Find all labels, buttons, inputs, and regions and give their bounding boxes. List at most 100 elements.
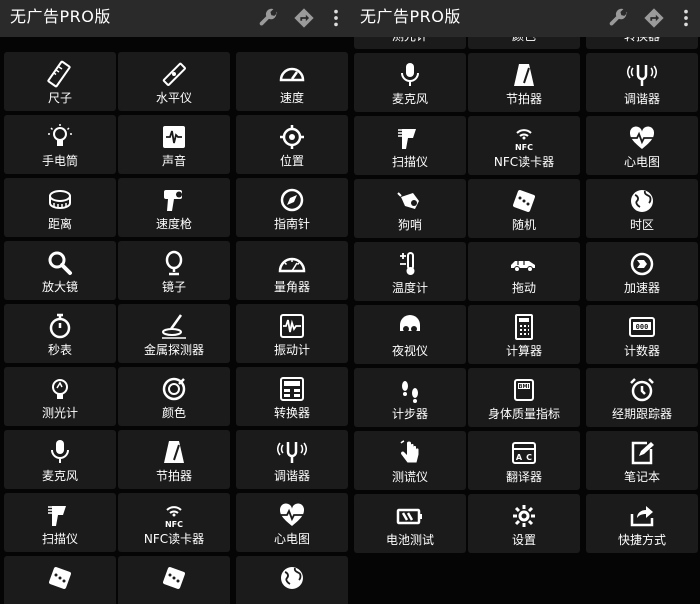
tool-label: 经期跟踪器 [611, 407, 672, 421]
tool-tile[interactable]: 速度 [236, 52, 348, 111]
tool-tile[interactable]: 随机 [468, 179, 580, 238]
tool-tile[interactable]: 放大镜 [4, 241, 116, 300]
tool-tile[interactable] [4, 556, 116, 604]
microphone-icon [395, 61, 425, 89]
tool-tile[interactable]: 扫描仪 [4, 493, 116, 552]
tool-label: 麦克风 [391, 92, 428, 106]
scanner-icon [45, 501, 75, 529]
ruler-icon [45, 60, 75, 88]
tool-tile[interactable]: 节拍器 [468, 53, 580, 112]
tool-tile[interactable]: 速度枪 [118, 178, 230, 237]
tool-tile[interactable]: 位置 [236, 115, 348, 174]
tool-tile[interactable]: 000 计数器 [586, 305, 698, 364]
tool-label: 计步器 [391, 407, 428, 421]
tool-tile[interactable]: 金属探测器 [118, 304, 230, 363]
tool-label: 心电图 [623, 155, 660, 169]
wrench-icon[interactable] [258, 7, 280, 29]
settings-gear-icon [509, 502, 539, 530]
tool-tile[interactable]: 声音 [118, 115, 230, 174]
tuner-icon [627, 61, 657, 89]
tool-tile[interactable]: BMI 身体质量指标 [468, 368, 580, 427]
tool-label: 镜子 [161, 280, 186, 294]
speed-gun-icon [159, 186, 189, 214]
tool-tile[interactable]: 水平仪 [118, 52, 230, 111]
tool-tile[interactable]: 调谐器 [586, 53, 698, 112]
tool-tile[interactable]: 颜色 [118, 367, 230, 426]
tool-label: 调谐器 [273, 469, 310, 483]
tool-tile[interactable]: 时区 [586, 179, 698, 238]
overflow-menu-icon[interactable] [325, 7, 338, 29]
tool-tile[interactable]: 狗哨 [354, 179, 466, 238]
tool-tile[interactable]: 电池测试 [354, 494, 466, 553]
converter-icon [277, 375, 307, 403]
tool-tile[interactable]: 加速器 [586, 242, 698, 301]
tool-tile[interactable]: 秒表 [4, 304, 116, 363]
tool-tile[interactable]: 指南针 [236, 178, 348, 237]
tool-tile[interactable]: 心电图 [586, 116, 698, 175]
tool-tile[interactable]: 夜视仪 [354, 305, 466, 364]
scanner-icon [395, 124, 425, 152]
share-shortcut-icon [627, 502, 657, 530]
tool-label: 随机 [511, 218, 536, 232]
magnifier-icon [45, 249, 75, 277]
compass-icon [277, 186, 307, 214]
tool-label: 节拍器 [155, 469, 192, 483]
night-vision-icon [395, 313, 425, 341]
tool-tile[interactable]: 调谐器 [236, 430, 348, 489]
tool-tile[interactable]: NFC NFC读卡器 [118, 493, 230, 552]
speedometer-icon [277, 60, 307, 88]
tool-tile[interactable]: 振动计 [236, 304, 348, 363]
tool-tile[interactable]: 计算器 [468, 305, 580, 364]
tool-tile[interactable]: 心电图 [236, 493, 348, 552]
tool-label: 振动计 [273, 343, 310, 357]
tool-tile[interactable]: 镜子 [118, 241, 230, 300]
tool-tile[interactable]: 尺子 [4, 52, 116, 111]
left-screen: 无广告PRO版 尺子 水平仪 速度 手电筒 声音 位置 距离 速度枪 指南针 放大镜 镜子 量角器 秒表… [0, 0, 350, 604]
vibrometer-icon [277, 312, 307, 340]
metal-detector-icon [159, 312, 189, 340]
tool-label: 狗哨 [397, 218, 422, 232]
tool-tile[interactable]: 距离 [4, 178, 116, 237]
alarm-clock-icon [627, 376, 657, 404]
tool-tile[interactable]: 计步器 [354, 368, 466, 427]
tool-label: 手电筒 [41, 154, 78, 168]
calculator-icon [509, 313, 539, 341]
dice-icon [45, 564, 75, 592]
tool-tile[interactable]: 转换器 [236, 367, 348, 426]
overflow-menu-icon[interactable] [675, 7, 688, 29]
light-meter-icon [45, 375, 75, 403]
tool-label: 笔记本 [623, 470, 660, 484]
heart-rate-icon [277, 501, 307, 529]
tool-tile[interactable] [236, 556, 348, 604]
lie-detector-icon [395, 439, 425, 467]
tool-tile[interactable]: 扫描仪 [354, 116, 466, 175]
tool-tile[interactable]: 量角器 [236, 241, 348, 300]
tool-tile[interactable]: 温度计 [354, 242, 466, 301]
tool-label: 测光计 [41, 406, 78, 420]
nfc-icon: NFC [159, 501, 189, 529]
tool-tile[interactable] [118, 556, 230, 604]
directions-icon[interactable] [293, 7, 315, 29]
tool-tile[interactable]: NFC NFC读卡器 [468, 116, 580, 175]
tool-label: 节拍器 [505, 92, 542, 106]
tool-tile[interactable]: 麦克风 [354, 53, 466, 112]
tool-tile[interactable]: 拖动 [468, 242, 580, 301]
tool-tile[interactable]: 设置 [468, 494, 580, 553]
tool-label: 水平仪 [155, 91, 192, 105]
tool-tile[interactable]: A C 翻译器 [468, 431, 580, 490]
directions-icon[interactable] [643, 7, 665, 29]
tool-tile[interactable]: 测谎仪 [354, 431, 466, 490]
tool-tile[interactable]: 笔记本 [586, 431, 698, 490]
dog-whistle-icon [395, 187, 425, 215]
tool-tile[interactable]: 节拍器 [118, 430, 230, 489]
tool-tile[interactable]: 经期跟踪器 [586, 368, 698, 427]
tool-label: 金属探测器 [143, 343, 204, 357]
tool-tile[interactable]: 快捷方式 [586, 494, 698, 553]
tool-tile[interactable]: 测光计 [4, 367, 116, 426]
tool-tile[interactable]: 手电筒 [4, 115, 116, 174]
right-screen: 测光计颜色转换器麦克风节拍器调谐器扫描仪NFCNFC读卡器心电图狗哨随机时区温度… [350, 0, 700, 604]
tool-tile[interactable]: 麦克风 [4, 430, 116, 489]
globe-icon [627, 187, 657, 215]
wrench-icon[interactable] [608, 7, 630, 29]
tuner-icon [277, 438, 307, 466]
